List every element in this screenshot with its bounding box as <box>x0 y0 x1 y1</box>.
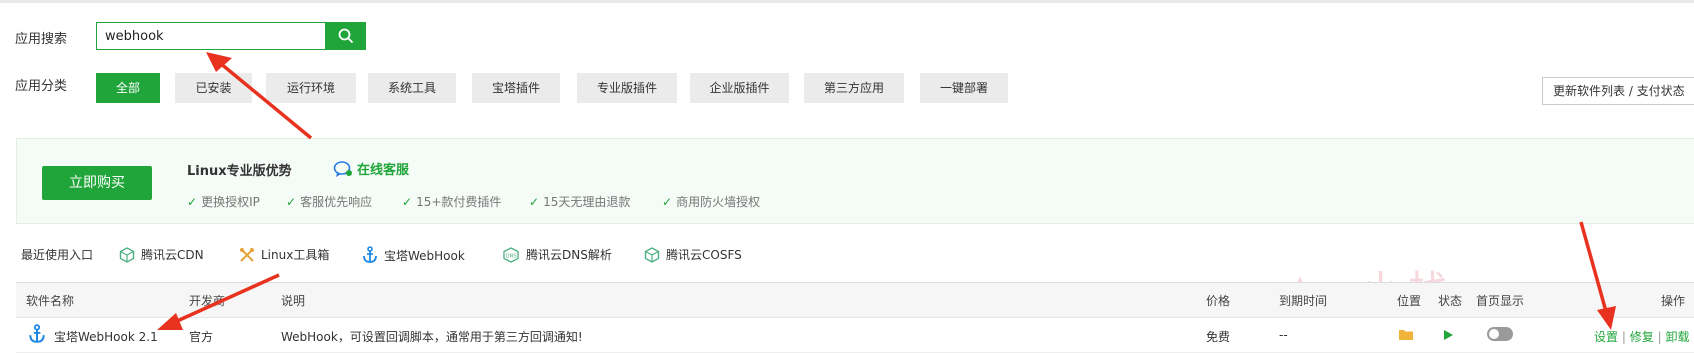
recent-item-tencent-dns[interactable]: DNS 腾讯云DNS解析 <box>502 246 612 263</box>
header-name: 软件名称 <box>26 294 75 308</box>
search-input-value: webhook <box>105 28 164 44</box>
separator: | <box>1657 330 1662 344</box>
category-pro-plugins[interactable]: 专业版插件 <box>577 73 677 103</box>
category-one-click-deploy[interactable]: 一键部署 <box>920 73 1008 103</box>
recent-item-tencent-cdn[interactable]: 腾讯云CDN <box>119 246 204 263</box>
search-icon <box>338 28 354 44</box>
category-label: 应用分类 <box>15 79 68 94</box>
feature-item: ✓ 15+款付费插件 <box>402 193 501 210</box>
search-label: 应用搜索 <box>15 32 68 47</box>
tools-icon <box>240 247 254 262</box>
dns-icon: DNS <box>503 246 519 263</box>
search-input[interactable]: webhook <box>96 22 326 50</box>
tencent-cube-icon <box>644 246 660 263</box>
update-software-list-button[interactable]: 更新软件列表 / 支付状态 <box>1542 77 1694 105</box>
row-expire: -- <box>1279 328 1288 342</box>
recent-item-label: 宝塔WebHook <box>384 248 465 263</box>
feature-item: ✓ 客服优先响应 <box>286 193 372 210</box>
feature-label: 客服优先响应 <box>300 195 373 209</box>
header-actions: 操作 <box>1661 294 1686 308</box>
feature-label: 15+款付费插件 <box>416 195 502 209</box>
check-icon: ✓ <box>662 194 673 209</box>
top-border <box>0 0 1694 3</box>
category-installed[interactable]: 已安装 <box>175 73 252 103</box>
header-status: 状态 <box>1438 294 1463 308</box>
header-location: 位置 <box>1397 294 1422 308</box>
feature-item: ✓ 商用防火墙授权 <box>662 193 760 210</box>
search-button[interactable] <box>326 22 366 50</box>
pro-banner <box>16 138 1694 224</box>
category-system-tools[interactable]: 系统工具 <box>368 73 456 103</box>
svg-text:DNS: DNS <box>506 253 517 259</box>
check-icon: ✓ <box>286 194 297 209</box>
recent-item-bt-webhook[interactable]: 宝塔WebHook <box>362 246 465 264</box>
check-icon: ✓ <box>187 194 198 209</box>
row-developer: 官方 <box>189 330 214 344</box>
recent-item-tencent-cosfs[interactable]: 腾讯云COSFS <box>644 246 742 263</box>
feature-label: 15天无理由退款 <box>543 195 631 209</box>
row-name[interactable]: 宝塔WebHook 2.1 <box>54 328 158 345</box>
uninstall-link[interactable]: 卸载 <box>1665 330 1689 344</box>
category-bt-plugins[interactable]: 宝塔插件 <box>472 73 560 103</box>
buy-now-button[interactable]: 立即购买 <box>42 166 152 200</box>
header-expire: 到期时间 <box>1279 294 1328 308</box>
tencent-cube-icon <box>119 246 135 263</box>
category-runtime[interactable]: 运行环境 <box>266 73 356 103</box>
header-price: 价格 <box>1206 294 1231 308</box>
chat-bubble-icon <box>333 160 352 177</box>
check-icon: ✓ <box>529 194 540 209</box>
category-all[interactable]: 全部 <box>96 73 160 103</box>
recent-item-linux-toolbox[interactable]: Linux工具箱 <box>239 246 329 263</box>
repair-link[interactable]: 修复 <box>1630 330 1654 344</box>
recent-label: 最近使用入口 <box>21 248 94 262</box>
play-icon[interactable] <box>1442 329 1454 344</box>
row-actions: 设置 | 修复 | 卸载 <box>1594 328 1689 345</box>
feature-item: ✓ 更换授权IP <box>187 193 260 210</box>
homepage-toggle[interactable] <box>1487 327 1513 341</box>
header-description: 说明 <box>281 294 306 308</box>
header-homepage: 首页显示 <box>1476 294 1525 308</box>
settings-link[interactable]: 设置 <box>1594 330 1618 344</box>
feature-item: ✓ 15天无理由退款 <box>529 193 630 210</box>
pro-title: Linux专业版优势 <box>187 164 292 179</box>
online-service-link[interactable]: 在线客服 <box>333 159 409 178</box>
row-description: WebHook，可设置回调脚本，通常用于第三方回调通知! <box>281 330 583 344</box>
category-third-party[interactable]: 第三方应用 <box>804 73 904 103</box>
folder-icon[interactable] <box>1398 328 1414 344</box>
feature-label: 商用防火墙授权 <box>676 195 761 209</box>
online-service-label: 在线客服 <box>357 163 410 178</box>
recent-item-label: 腾讯云COSFS <box>666 248 742 262</box>
row-anchor-icon <box>28 324 46 347</box>
anchor-icon <box>29 324 45 343</box>
recent-item-label: 腾讯云DNS解析 <box>526 248 612 262</box>
recent-item-label: Linux工具箱 <box>261 248 330 262</box>
anchor-icon <box>363 246 377 263</box>
category-enterprise-plugins[interactable]: 企业版插件 <box>690 73 789 103</box>
separator: | <box>1621 330 1626 344</box>
check-icon: ✓ <box>402 194 413 209</box>
header-developer: 开发商 <box>189 294 226 308</box>
feature-label: 更换授权IP <box>201 195 260 209</box>
row-price: 免费 <box>1206 330 1231 344</box>
recent-item-label: 腾讯云CDN <box>141 248 204 262</box>
